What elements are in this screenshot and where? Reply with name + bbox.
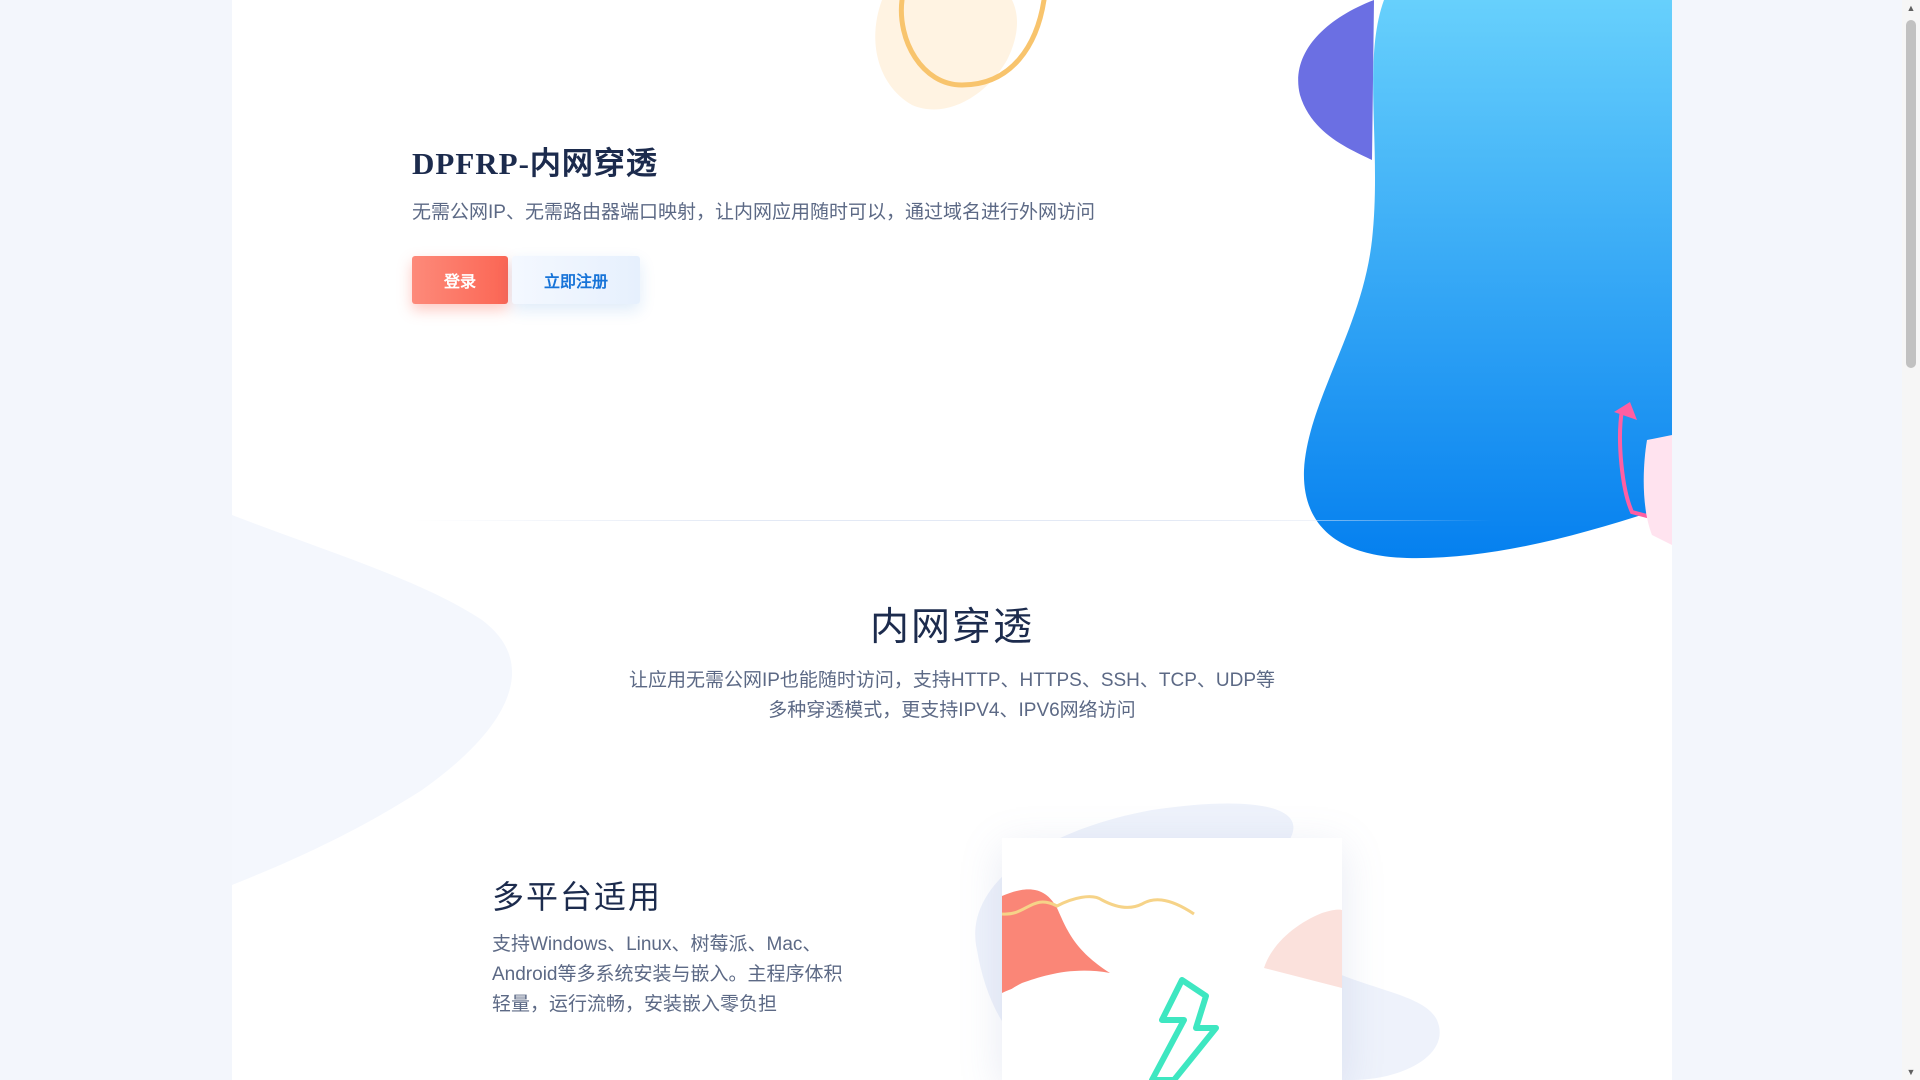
section-description: 让应用无需公网IP也能随时访问，支持HTTP、HTTPS、SSH、TCP、UDP…	[628, 670, 1276, 721]
lightning-icon	[1002, 889, 1342, 1080]
background-wave-shape	[232, 515, 513, 885]
hero-title: DPFRP-内网穿透	[412, 146, 658, 181]
hero-blob-illustration	[1298, 0, 1672, 559]
sun-squiggle-decoration	[875, 0, 1047, 110]
chevron-down-icon[interactable]: ▼	[1902, 1064, 1920, 1080]
login-button[interactable]: 登录	[412, 256, 508, 304]
page-scrollbar[interactable]: ▲ ▼	[1902, 0, 1920, 1080]
feature-description: 支持Windows、Linux、树莓派、Mac、Android等多系统安装与嵌入…	[492, 934, 843, 1015]
chevron-up-icon[interactable]: ▲	[1902, 0, 1920, 16]
section-divider	[412, 520, 1492, 521]
feature-illustration-card	[1002, 838, 1342, 1080]
register-button[interactable]: 立即注册	[512, 256, 640, 304]
landing-page: DPFRP-内网穿透 无需公网IP、无需路由器端口映射，让内网应用随时可以，通过…	[232, 0, 1672, 1080]
feature-title: 多平台适用	[492, 879, 663, 915]
section-title: 内网穿透	[869, 606, 1034, 649]
scrollbar-thumb[interactable]	[1906, 20, 1916, 368]
hero-subtitle: 无需公网IP、无需路由器端口映射，让内网应用随时可以，通过域名进行外网访问	[412, 202, 1095, 223]
